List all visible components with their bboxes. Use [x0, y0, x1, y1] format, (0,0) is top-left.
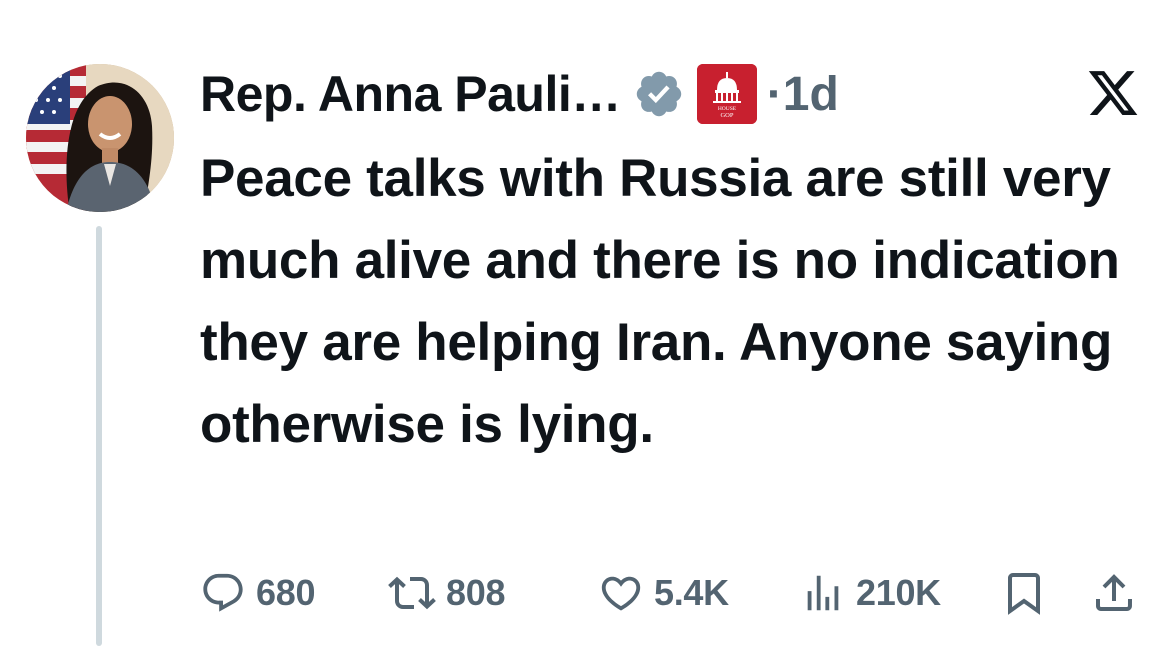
retweet-count: 808 [446, 572, 506, 613]
affiliation-line-2: GOP [720, 112, 733, 119]
avatar[interactable] [26, 64, 174, 212]
share-icon [1096, 574, 1132, 611]
tweet-text: Peace talks with Russia are still very m… [200, 149, 1120, 454]
bookmark-icon [1008, 573, 1040, 615]
tweet-actions: 680 808 5.4K 210K [200, 566, 1150, 620]
avatar-photo [26, 64, 174, 212]
like-count: 5.4K [654, 572, 729, 613]
thread-line [96, 226, 102, 646]
share-button[interactable] [1090, 569, 1138, 617]
reply-button[interactable]: 680 [200, 570, 315, 616]
reply-icon [203, 573, 243, 612]
retweet-button[interactable]: 808 [388, 569, 505, 617]
reply-count: 680 [256, 572, 316, 613]
tweet-header: Rep. Anna Pauli… HOUSE GOP ·1d [200, 62, 1160, 126]
house-gop-logo-icon[interactable]: HOUSE GOP [696, 64, 757, 124]
bookmark-button[interactable] [1000, 569, 1048, 617]
verified-badge-icon[interactable] [633, 68, 685, 120]
views-count: 210K [856, 572, 941, 613]
views-icon [807, 575, 839, 611]
like-button[interactable]: 5.4K [598, 570, 729, 616]
timestamp[interactable]: ·1d [767, 67, 839, 122]
author-name[interactable]: Rep. Anna Pauli… [200, 65, 621, 123]
retweet-icon [388, 576, 436, 610]
x-logo-icon[interactable] [1086, 66, 1140, 120]
views-button[interactable]: 210K [800, 570, 941, 616]
heart-icon [601, 576, 641, 611]
